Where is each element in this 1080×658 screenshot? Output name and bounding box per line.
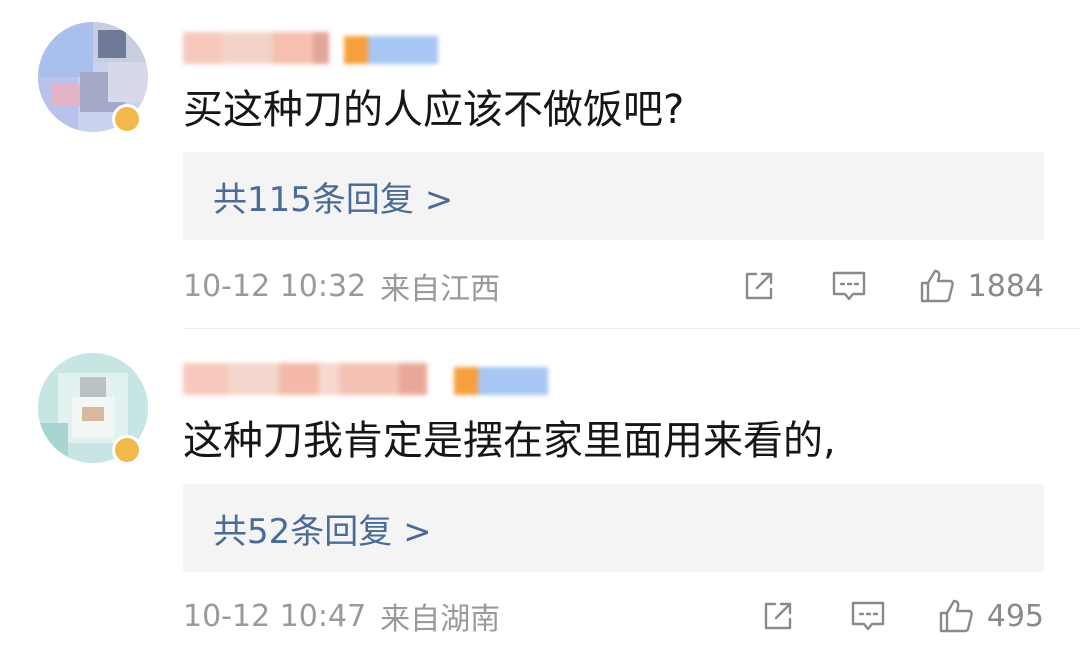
verified-badge-icon: [112, 104, 142, 134]
comment-icon[interactable]: [830, 267, 868, 305]
verified-badge-icon: [112, 435, 142, 465]
thumbs-up-icon[interactable]: [918, 267, 956, 305]
share-icon[interactable]: [740, 267, 778, 305]
view-replies-link[interactable]: 共115条回复 >: [213, 172, 453, 221]
reply-box: 共52条回复 >: [183, 484, 1044, 572]
comment-actions: 495: [759, 594, 1044, 638]
username-blurred: [183, 32, 329, 64]
like-count: 495: [986, 598, 1044, 634]
view-replies-link[interactable]: 共52条回复 >: [213, 504, 432, 553]
timestamp: 10-12 10:32: [183, 268, 367, 304]
share-icon[interactable]: [759, 597, 797, 635]
comment-actions: 1884: [740, 264, 1044, 308]
vip-badge-blurred: [454, 367, 548, 395]
comment-item: 买这种刀的人应该不做饭吧? 共115条回复 > 10-12 10:32 来自江西: [0, 0, 1080, 328]
comment-icon[interactable]: [849, 597, 887, 635]
location: 来自江西: [380, 272, 501, 307]
comment-meta: 10-12 10:32 来自江西 1884: [183, 264, 1044, 308]
timestamp: 10-12 10:47: [183, 598, 367, 634]
vip-badge-blurred: [344, 36, 438, 64]
username-blurred: [183, 363, 427, 395]
like-count: 1884: [967, 268, 1044, 304]
thumbs-up-icon[interactable]: [937, 597, 975, 635]
location: 来自湖南: [380, 602, 501, 637]
reply-box: 共115条回复 >: [183, 152, 1044, 240]
comment-text: 这种刀我肯定是摆在家里面用来看的,: [183, 418, 836, 464]
comment-text: 买这种刀的人应该不做饭吧?: [183, 87, 685, 133]
comment-item: 这种刀我肯定是摆在家里面用来看的, 共52条回复 > 10-12 10:47 来…: [0, 329, 1080, 658]
comment-meta: 10-12 10:47 来自湖南 495: [183, 594, 1044, 638]
